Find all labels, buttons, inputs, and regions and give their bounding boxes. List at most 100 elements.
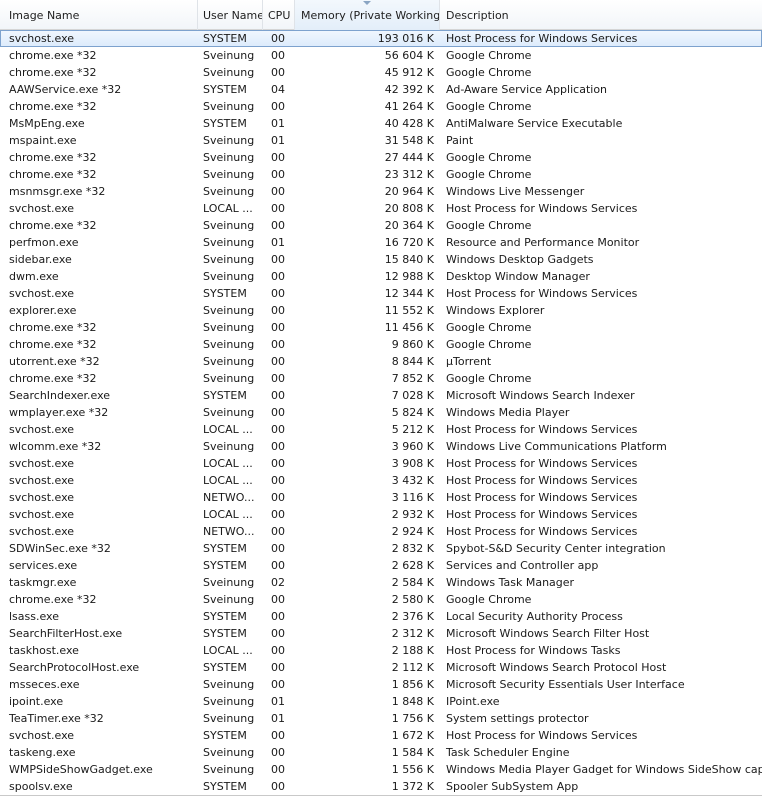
- process-description: Spooler SubSystem App: [446, 780, 579, 793]
- process-description: Google Chrome: [446, 219, 532, 232]
- process-memory: 1 756 K: [391, 712, 434, 725]
- process-row[interactable]: wlcomm.exe *32 Sveinung 00 3 960 K Windows L…: [0, 438, 762, 455]
- process-image-name: svchost.exe: [9, 202, 75, 215]
- process-cpu: 00: [271, 440, 285, 453]
- process-row[interactable]: svchost.exe LOCAL ... 00 3 432 K Host Proces…: [0, 472, 762, 489]
- process-row[interactable]: chrome.exe *32 Sveinung 00 7 852 K Google Ch…: [0, 370, 762, 387]
- process-memory: 31 548 K: [384, 134, 434, 147]
- process-row[interactable]: chrome.exe *32 Sveinung 00 20 364 K Google C…: [0, 217, 762, 234]
- process-description: Google Chrome: [446, 168, 532, 181]
- process-row[interactable]: msseces.exe Sveinung 00 1 856 K Microsoft Se…: [0, 676, 762, 693]
- process-memory: 20 364 K: [384, 219, 434, 232]
- process-user-name: Sveinung: [203, 134, 255, 147]
- process-image-name: svchost.exe: [9, 508, 75, 521]
- process-row[interactable]: svchost.exe LOCAL ... 00 20 808 K Host Proce…: [0, 200, 762, 217]
- process-row[interactable]: svchost.exe LOCAL ... 00 5 212 K Host Proces…: [0, 421, 762, 438]
- process-image-name: svchost.exe: [9, 474, 75, 487]
- process-row[interactable]: TeaTimer.exe *32 Sveinung 01 1 756 K System …: [0, 710, 762, 727]
- process-memory: 16 720 K: [384, 236, 434, 249]
- process-cpu: 00: [271, 321, 285, 334]
- process-row[interactable]: svchost.exe LOCAL ... 00 2 932 K Host Proces…: [0, 506, 762, 523]
- process-user-name: Sveinung: [203, 49, 255, 62]
- process-row[interactable]: SearchFilterHost.exe SYSTEM 00 2 312 K Micro…: [0, 625, 762, 642]
- process-image-name: lsass.exe: [9, 610, 59, 623]
- process-row[interactable]: ipoint.exe Sveinung 01 1 848 K IPoint.exe: [0, 693, 762, 710]
- process-image-name: svchost.exe: [9, 457, 75, 470]
- process-row[interactable]: svchost.exe SYSTEM 00 1 672 K Host Process f…: [0, 727, 762, 744]
- process-memory: 11 552 K: [384, 304, 434, 317]
- process-memory: 7 852 K: [391, 372, 434, 385]
- process-row[interactable]: chrome.exe *32 Sveinung 00 41 264 K Google C…: [0, 98, 762, 115]
- process-description: Host Process for Windows Services: [446, 508, 638, 521]
- process-row[interactable]: WMPSideShowGadget.exe Sveinung 00 1 556 K Wi…: [0, 761, 762, 778]
- process-description: Paint: [446, 134, 474, 147]
- process-image-name: chrome.exe *32: [9, 338, 97, 351]
- process-row[interactable]: SearchIndexer.exe SYSTEM 00 7 028 K Microsof…: [0, 387, 762, 404]
- process-cpu: 00: [271, 66, 285, 79]
- process-row[interactable]: dwm.exe Sveinung 00 12 988 K Desktop Window …: [0, 268, 762, 285]
- process-user-name: LOCAL ...: [203, 474, 253, 487]
- process-row[interactable]: taskeng.exe Sveinung 00 1 584 K Task Schedul…: [0, 744, 762, 761]
- column-header-image-name[interactable]: Image Name: [0, 0, 198, 30]
- process-row[interactable]: perfmon.exe Sveinung 01 16 720 K Resource an…: [0, 234, 762, 251]
- process-memory: 3 908 K: [391, 457, 434, 470]
- process-cpu: 01: [271, 134, 285, 147]
- process-cpu: 02: [271, 576, 285, 589]
- process-user-name: Sveinung: [203, 406, 255, 419]
- process-row[interactable]: MsMpEng.exe SYSTEM 01 40 428 K AntiMalware S…: [0, 115, 762, 132]
- process-row[interactable]: svchost.exe LOCAL ... 00 3 908 K Host Proces…: [0, 455, 762, 472]
- process-memory: 42 392 K: [384, 83, 434, 96]
- process-memory: 41 264 K: [384, 100, 434, 113]
- process-cpu: 00: [271, 253, 285, 266]
- process-description: Google Chrome: [446, 593, 532, 606]
- process-row[interactable]: mspaint.exe Sveinung 01 31 548 K Paint: [0, 132, 762, 149]
- process-image-name: chrome.exe *32: [9, 168, 97, 181]
- process-description: Google Chrome: [446, 372, 532, 385]
- process-row[interactable]: taskhost.exe LOCAL ... 00 2 188 K Host Proce…: [0, 642, 762, 659]
- process-row[interactable]: AAWService.exe *32 SYSTEM 04 42 392 K Ad-Awa…: [0, 81, 762, 98]
- column-header-cpu[interactable]: CPU: [263, 0, 295, 30]
- process-memory: 193 016 K: [377, 32, 434, 45]
- process-row[interactable]: svchost.exe SYSTEM 00 12 344 K Host Process …: [0, 285, 762, 302]
- column-header-memory[interactable]: Memory (Private Working...: [295, 0, 440, 30]
- process-row[interactable]: spoolsv.exe SYSTEM 00 1 372 K Spooler SubSys…: [0, 778, 762, 795]
- process-cpu: 00: [271, 474, 285, 487]
- process-cpu: 00: [271, 372, 285, 385]
- process-row[interactable]: chrome.exe *32 Sveinung 00 45 912 K Google C…: [0, 64, 762, 81]
- process-cpu: 00: [271, 32, 285, 45]
- process-row[interactable]: SearchProtocolHost.exe SYSTEM 00 2 112 K Mic…: [0, 659, 762, 676]
- column-header-description[interactable]: Description: [440, 0, 762, 30]
- process-row[interactable]: wmplayer.exe *32 Sveinung 00 5 824 K Windows…: [0, 404, 762, 421]
- process-list: svchost.exe SYSTEM 00 193 016 K Host Process…: [0, 30, 762, 795]
- process-row[interactable]: lsass.exe SYSTEM 00 2 376 K Local Security A…: [0, 608, 762, 625]
- process-row[interactable]: msnmsgr.exe *32 Sveinung 00 20 964 K Windows…: [0, 183, 762, 200]
- process-row[interactable]: taskmgr.exe Sveinung 02 2 584 K Windows Task…: [0, 574, 762, 591]
- process-row[interactable]: chrome.exe *32 Sveinung 00 23 312 K Google C…: [0, 166, 762, 183]
- process-user-name: LOCAL ...: [203, 423, 253, 436]
- process-memory: 5 824 K: [391, 406, 434, 419]
- process-row[interactable]: chrome.exe *32 Sveinung 00 9 860 K Google Ch…: [0, 336, 762, 353]
- process-image-name: ipoint.exe: [9, 695, 64, 708]
- process-row[interactable]: chrome.exe *32 Sveinung 00 11 456 K Google C…: [0, 319, 762, 336]
- process-row[interactable]: chrome.exe *32 Sveinung 00 2 580 K Google Ch…: [0, 591, 762, 608]
- process-row[interactable]: SDWinSec.exe *32 SYSTEM 00 2 832 K Spybot-S&…: [0, 540, 762, 557]
- process-image-name: svchost.exe: [9, 423, 75, 436]
- process-row[interactable]: utorrent.exe *32 Sveinung 00 8 844 K µTorren…: [0, 353, 762, 370]
- process-memory: 12 988 K: [384, 270, 434, 283]
- process-image-name: TeaTimer.exe *32: [9, 712, 104, 725]
- process-row[interactable]: explorer.exe Sveinung 00 11 552 K Windows Ex…: [0, 302, 762, 319]
- process-cpu: 00: [271, 406, 285, 419]
- process-row[interactable]: services.exe SYSTEM 00 2 628 K Services and …: [0, 557, 762, 574]
- process-row[interactable]: svchost.exe SYSTEM 00 193 016 K Host Process…: [0, 30, 762, 47]
- process-memory: 23 312 K: [384, 168, 434, 181]
- process-row[interactable]: sidebar.exe Sveinung 00 15 840 K Windows Des…: [0, 251, 762, 268]
- process-description: IPoint.exe: [446, 695, 500, 708]
- process-row[interactable]: chrome.exe *32 Sveinung 00 27 444 K Google C…: [0, 149, 762, 166]
- process-user-name: SYSTEM: [203, 32, 247, 45]
- process-row[interactable]: chrome.exe *32 Sveinung 00 56 604 K Google C…: [0, 47, 762, 64]
- process-row[interactable]: svchost.exe NETWO... 00 3 116 K Host Process…: [0, 489, 762, 506]
- process-image-name: chrome.exe *32: [9, 219, 97, 232]
- process-cpu: 00: [271, 168, 285, 181]
- column-header-user-name[interactable]: User Name: [198, 0, 263, 30]
- process-row[interactable]: svchost.exe NETWO... 00 2 924 K Host Process…: [0, 523, 762, 540]
